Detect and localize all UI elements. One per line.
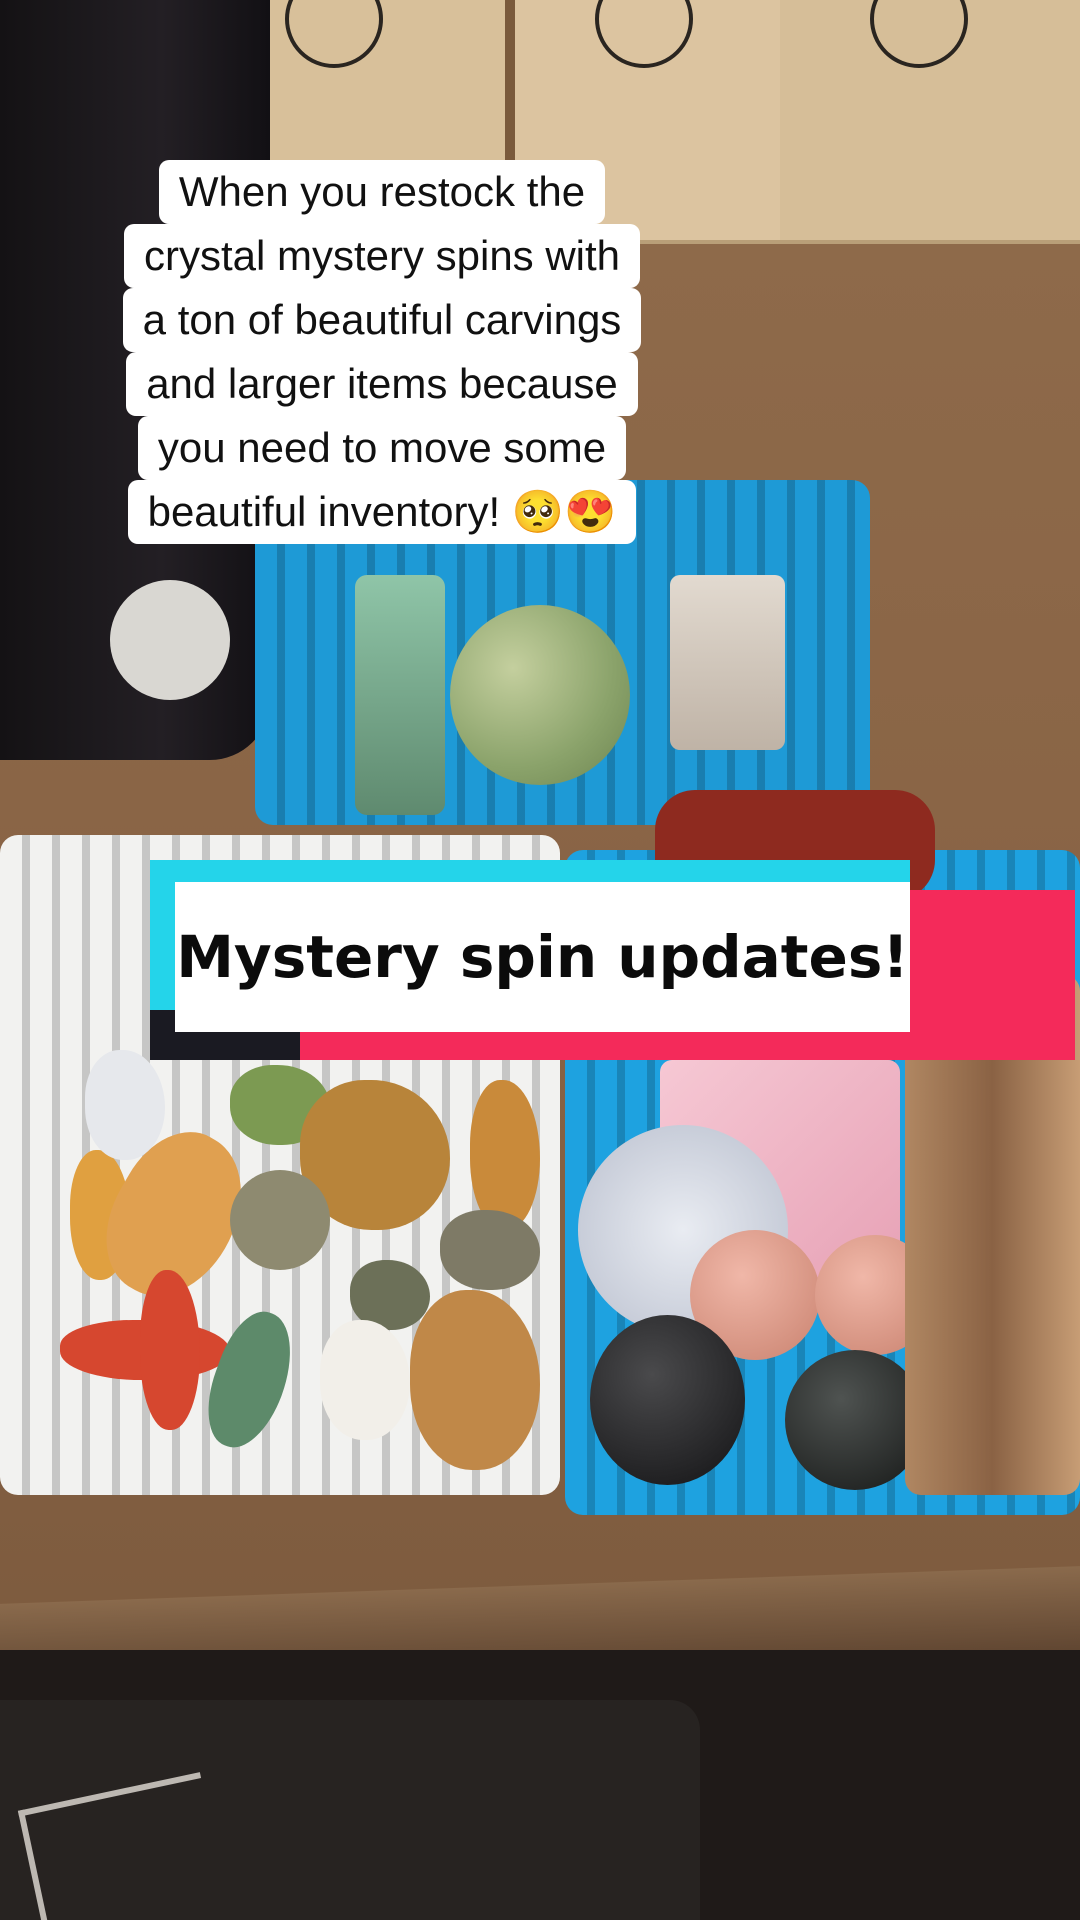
obsidian-carving (785, 1350, 925, 1490)
caption-line: When you restock the (158, 160, 606, 224)
tumbled-stone (320, 1320, 410, 1440)
caption-line: beautiful inventory! 🥺😍 (127, 480, 637, 544)
tumbled-stone (85, 1050, 165, 1160)
white-crystal-tower (670, 575, 785, 750)
bag-doodle (595, 0, 693, 68)
tumbled-stone (230, 1170, 330, 1270)
green-crystal-sphere (450, 605, 630, 785)
title-text: Mystery spin updates! (176, 923, 909, 991)
caption-line: crystal mystery spins with (123, 224, 641, 288)
obsidian-carving (590, 1315, 745, 1485)
moon-graphic (110, 580, 230, 700)
green-crystal-tower (355, 575, 445, 815)
title-box: Mystery spin updates! (175, 882, 910, 1032)
caption-line: and larger items because (126, 352, 638, 416)
bag-doodle (870, 0, 968, 68)
caption-overlay: When you restock the crystal mystery spi… (62, 160, 702, 544)
caption-line: you need to move some (137, 416, 627, 480)
paper-bag (780, 0, 1080, 244)
title-card: Mystery spin updates! (150, 860, 1075, 1060)
tumbled-stone (440, 1210, 540, 1290)
bag-doodle (285, 0, 383, 68)
caption-line: a ton of beautiful carvings (122, 288, 642, 352)
